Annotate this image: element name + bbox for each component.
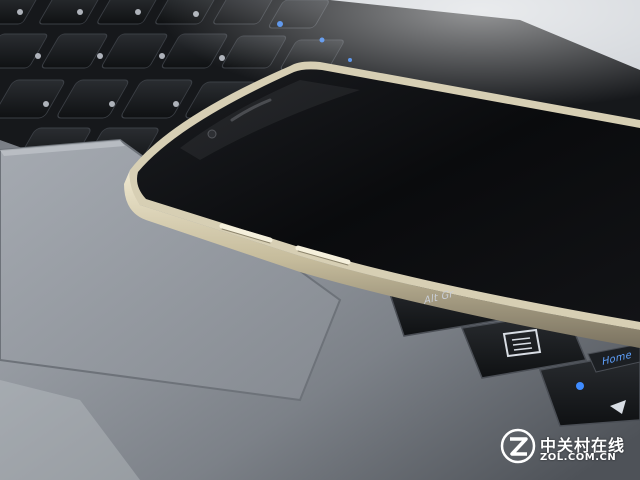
backlight-dot-icon	[576, 382, 584, 390]
watermark-brand-en: ZOL.COM.CN	[540, 452, 617, 463]
photo-scene: Alt Gr Home 中关村在线 ZOL.COM.CN	[0, 0, 640, 480]
phone-on-laptop-photo	[0, 0, 640, 480]
zol-watermark: 中关村在线 ZOL.COM.CN	[500, 428, 632, 472]
zol-logo-icon	[500, 428, 536, 464]
front-camera-icon	[207, 129, 217, 139]
